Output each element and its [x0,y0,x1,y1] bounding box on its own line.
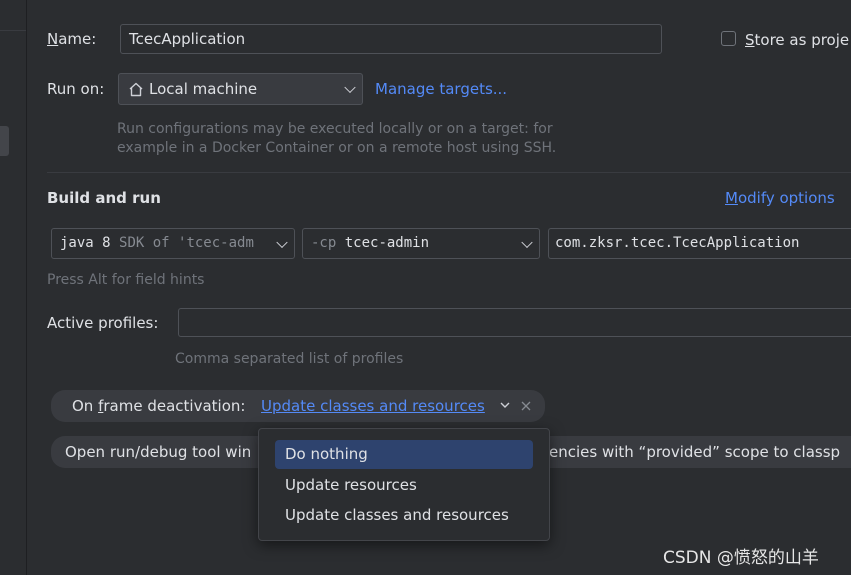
modify-options-rest: odify options [737,189,835,207]
chevron-down-icon [521,236,533,248]
provided-scope-option[interactable]: encies with “provided” scope to classp [549,443,840,461]
dropdown-option-update-classes-and-resources[interactable]: Update classes and resources [275,501,533,530]
left-panel-divider [0,30,26,31]
left-panel-edge [0,0,27,575]
open-tool-window-option[interactable]: Open run/debug tool win [65,443,251,461]
classpath-module-select[interactable]: -cp tcec-admin [302,228,540,259]
chevron-down-icon [276,236,288,248]
build-and-run-title: Build and run [47,189,161,207]
modify-mnemonic: M [725,189,738,207]
modify-options-link[interactable]: Modify options [725,189,835,207]
jdk-select[interactable]: java 8 SDK of 'tcec-adm [51,228,295,259]
left-panel-selection-marker [0,126,9,156]
name-field[interactable]: TcecApplication [120,24,662,54]
jdk-description: SDK of 'tcec-adm [119,235,254,251]
name-label-rest: ame: [58,30,97,48]
frame-deactivation-label: On frame deactivation: [72,397,245,415]
active-profiles-hint: Comma separated list of profiles [175,351,404,367]
classpath-module: tcec-admin [344,235,430,251]
main-class-field[interactable]: com.zksr.tcec.TcecApplication [548,228,851,259]
close-icon[interactable] [521,401,531,411]
chevron-down-icon [344,81,356,94]
main-class-value: com.zksr.tcec.TcecApplication [555,235,800,251]
run-on-hint-line2: example in a Docker Container or on a re… [117,140,557,156]
name-label: Name: [47,30,96,48]
active-profiles-field[interactable] [178,308,851,337]
frame-deactivation-option: On frame deactivation: Update classes an… [51,390,545,422]
store-as-project-label[interactable]: Store as proje [745,31,849,49]
run-on-label: Run on: [47,80,105,98]
chevron-down-icon[interactable] [500,401,510,409]
store-label-rest: tore as proje [754,31,850,49]
manage-targets-link[interactable]: Manage targets... [375,80,507,98]
frame-deactivation-value-link[interactable]: Update classes and resources [261,397,485,415]
name-label-mnemonic: N [47,30,59,48]
run-on-value: Local machine [149,80,258,98]
field-hints-text: Press Alt for field hints [47,272,205,288]
dropdown-option-do-nothing[interactable]: Do nothing [275,440,533,469]
classpath-prefix: -cp [311,235,337,251]
home-icon [129,82,143,97]
frame-deactivation-label-rest: rame deactivation: [103,397,246,415]
watermark: CSDN @愤怒的山羊 [663,548,819,568]
dropdown-option-update-resources[interactable]: Update resources [275,471,533,500]
store-as-project-checkbox[interactable] [721,31,736,46]
store-mnemonic: S [745,31,755,49]
name-field-value: TcecApplication [129,30,246,48]
active-profiles-label: Active profiles: [47,314,159,332]
frame-deactivation-prefix: On [72,397,99,415]
jdk-version: java 8 [60,235,111,251]
frame-deactivation-dropdown: Do nothing Update resources Update class… [258,428,550,541]
run-on-select[interactable]: Local machine [118,73,363,105]
section-divider [47,172,851,173]
run-on-hint-line1: Run configurations may be executed local… [117,121,553,137]
